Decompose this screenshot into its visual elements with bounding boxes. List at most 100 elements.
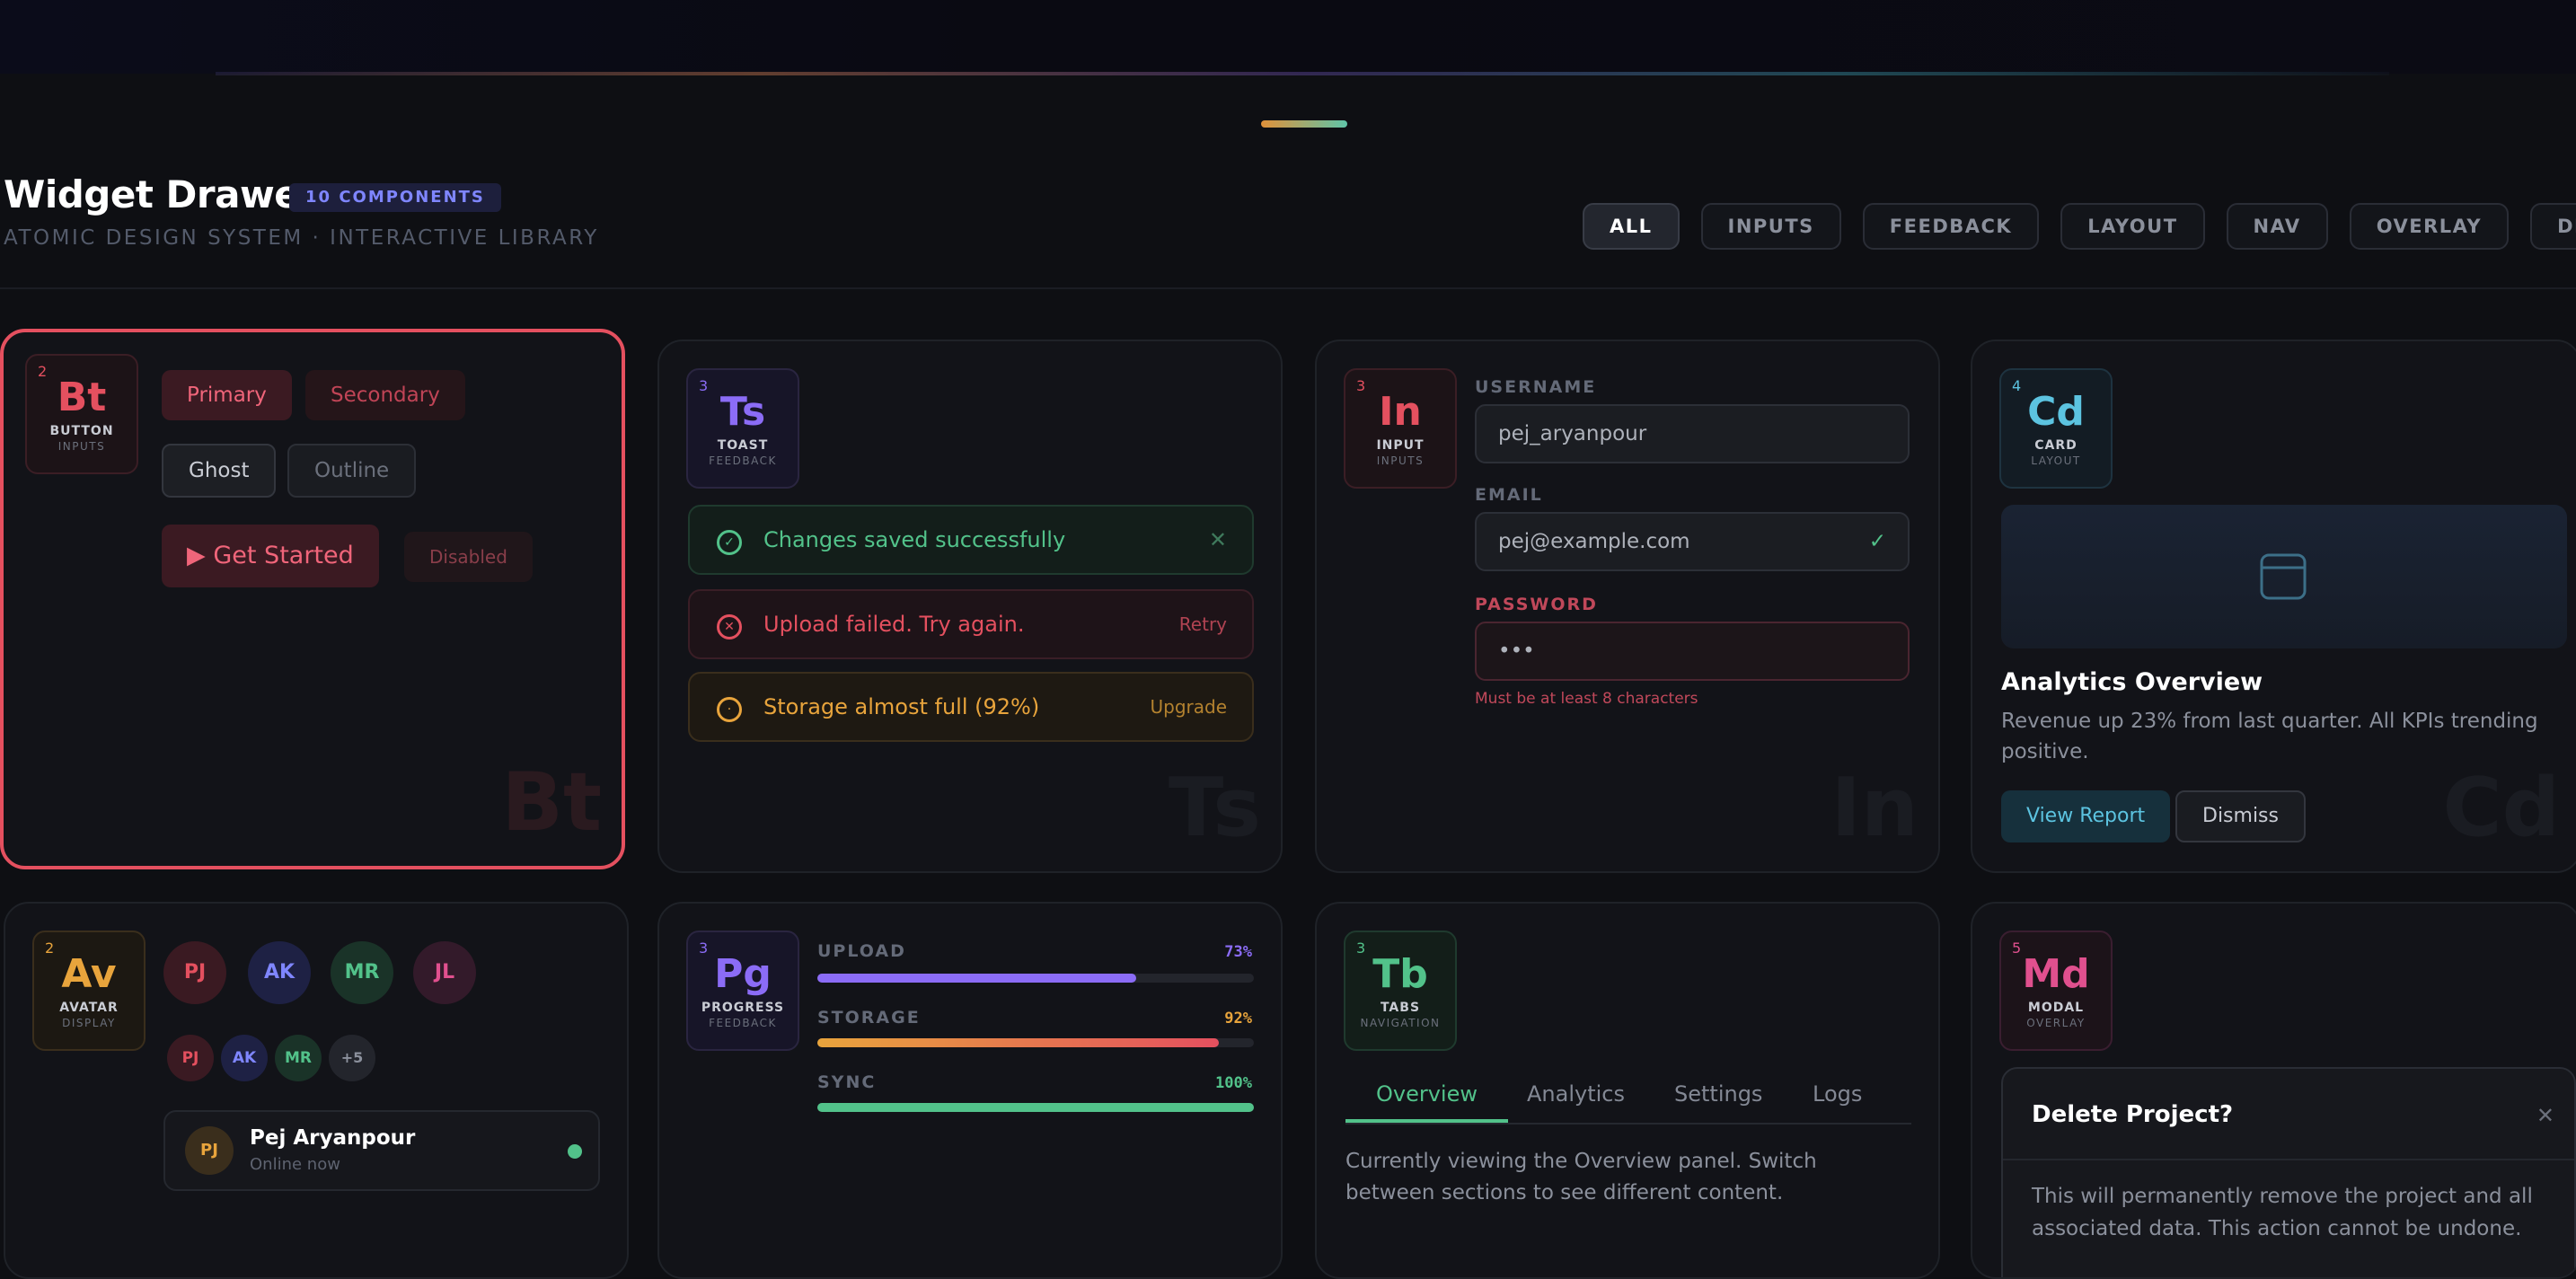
drawer-handle[interactable]: [1261, 120, 1347, 128]
password-input[interactable]: •••: [1475, 622, 1910, 681]
toast-card[interactable]: 3 Ts TOAST FEEDBACK ✓ Changes saved succ…: [657, 340, 1283, 873]
password-label: PASSWORD: [1475, 595, 1598, 614]
secondary-button[interactable]: Secondary: [305, 370, 465, 420]
dismiss-button[interactable]: Dismiss: [2175, 790, 2306, 842]
progress-card[interactable]: 3 Pg PROGRESS FEEDBACK UPLOAD 73% STORAG…: [657, 902, 1283, 1279]
tab-panel-text: Currently viewing the Overview panel. Sw…: [1345, 1150, 1817, 1204]
tab-analytics[interactable]: Analytics: [1527, 1081, 1625, 1107]
button-tile: 2 Bt BUTTON INPUTS: [25, 354, 138, 474]
top-banner: [0, 0, 2576, 74]
component-count-badge: 10 COMPONENTS: [289, 183, 501, 212]
avatar-overflow[interactable]: +5: [329, 1035, 375, 1081]
view-report-button[interactable]: View Report: [2001, 790, 2171, 842]
input-card[interactable]: 3 In INPUT INPUTS USERNAME pej_aryanpour…: [1315, 340, 1940, 873]
upgrade-button[interactable]: Upgrade: [1150, 674, 1227, 740]
avatar-card[interactable]: 2 Av AVATAR DISPLAY PJ AK MR JL PJ AK MR…: [4, 902, 629, 1279]
card-preview-image: [2001, 505, 2567, 648]
toast-tile: 3 Ts TOAST FEEDBACK: [686, 368, 799, 489]
avatar-small[interactable]: AK: [221, 1035, 268, 1081]
warning-circle-icon: ·: [717, 697, 742, 722]
close-icon[interactable]: ✕: [2536, 1103, 2554, 1128]
user-avatar: PJ: [185, 1126, 234, 1175]
modal-card[interactable]: 5 Md MODAL OVERLAY Delete Project? ✕ Thi…: [1971, 902, 2576, 1279]
close-icon[interactable]: ✕: [1209, 507, 1227, 573]
progress-track-storage: [817, 1038, 1254, 1047]
disabled-button: Disabled: [404, 532, 533, 582]
filter-display[interactable]: DISPLAY: [2530, 203, 2576, 250]
filter-bar: ALL INPUTS FEEDBACK LAYOUT NAV OVERLAY D…: [1583, 203, 2576, 250]
filter-overlay[interactable]: OVERLAY: [2349, 203, 2510, 250]
x-circle-icon: ✕: [717, 614, 742, 640]
filter-all[interactable]: ALL: [1583, 203, 1680, 250]
email-label: EMAIL: [1475, 485, 1543, 505]
page-title: Widget Drawer: [4, 172, 318, 216]
error-toast: ✕ Upload failed. Try again. Retry: [688, 589, 1254, 659]
card-watermark: In: [1831, 761, 1919, 855]
card-body: Revenue up 23% from last quarter. All KP…: [2001, 710, 2538, 763]
card-watermark: Ts: [1168, 761, 1261, 855]
outline-button[interactable]: Outline: [287, 444, 417, 498]
avatar-tile: 2 Av AVATAR DISPLAY: [32, 931, 146, 1051]
progress-value-sync: 100%: [1215, 1074, 1252, 1092]
tab-logs[interactable]: Logs: [1813, 1081, 1862, 1107]
tab-overview[interactable]: Overview: [1345, 1081, 1508, 1123]
modal-tile: 5 Md MODAL OVERLAY: [1999, 931, 2113, 1051]
progress-label-upload: UPLOAD: [817, 941, 906, 961]
progress-fill: [817, 1103, 1254, 1112]
success-toast: ✓ Changes saved successfully ✕: [688, 505, 1254, 575]
card-watermark: Cd: [2442, 761, 2560, 855]
play-icon: ▶: [187, 542, 214, 569]
input-tile: 3 In INPUT INPUTS: [1344, 368, 1457, 489]
progress-label-sync: SYNC: [817, 1072, 877, 1092]
progress-fill: [817, 974, 1136, 983]
filter-feedback[interactable]: FEEDBACK: [1862, 203, 2040, 250]
progress-tile: 3 Pg PROGRESS FEEDBACK: [686, 931, 799, 1051]
modal-dialog: Delete Project? ✕ This will permanently …: [2001, 1067, 2576, 1277]
get-started-button[interactable]: ▶ Get Started: [162, 525, 379, 587]
ghost-button[interactable]: Ghost: [162, 444, 277, 498]
username-input[interactable]: pej_aryanpour: [1475, 404, 1910, 463]
tabs-tile: 3 Tb TABS NAVIGATION: [1344, 931, 1457, 1051]
online-dot: [568, 1144, 582, 1159]
tabs-rule: [1345, 1123, 1911, 1125]
user-row[interactable]: PJ Pej Aryanpour Online now: [163, 1110, 600, 1191]
card-tile: 4 Cd CARD LAYOUT: [1999, 368, 2113, 489]
user-status: Online now: [250, 1155, 340, 1174]
tab-settings[interactable]: Settings: [1674, 1081, 1762, 1107]
tabs-card[interactable]: 3 Tb TABS NAVIGATION Overview Analytics …: [1315, 902, 1940, 1279]
primary-button[interactable]: Primary: [162, 370, 292, 420]
banner-gradient-line: [216, 72, 2389, 75]
filter-nav[interactable]: NAV: [2226, 203, 2328, 250]
avatar-small[interactable]: MR: [275, 1035, 322, 1081]
retry-button[interactable]: Retry: [1179, 591, 1227, 657]
email-input[interactable]: pej@example.com ✓: [1475, 512, 1910, 571]
card-card[interactable]: 4 Cd CARD LAYOUT Analytics Overview Reve…: [1971, 340, 2576, 873]
username-label: USERNAME: [1475, 377, 1597, 397]
progress-track-sync: [817, 1103, 1254, 1112]
header-divider: [0, 287, 2576, 289]
progress-track-upload: [817, 974, 1254, 983]
avatar-large[interactable]: PJ: [163, 941, 226, 1004]
check-icon: ✓: [1868, 530, 1886, 553]
page-subtitle: ATOMIC DESIGN SYSTEM · INTERACTIVE LIBRA…: [4, 226, 599, 250]
modal-body: This will permanently remove the project…: [2032, 1185, 2533, 1240]
password-error: Must be at least 8 characters: [1475, 690, 1698, 708]
filter-inputs[interactable]: INPUTS: [1700, 203, 1841, 250]
warning-toast: · Storage almost full (92%) Upgrade: [688, 672, 1254, 742]
progress-fill: [817, 1038, 1220, 1047]
progress-value-storage: 92%: [1224, 1010, 1252, 1028]
card-heading: Analytics Overview: [2001, 668, 2263, 696]
button-card[interactable]: 2 Bt BUTTON INPUTS Primary Secondary Gho…: [0, 329, 625, 869]
avatar-large[interactable]: MR: [331, 941, 393, 1004]
progress-label-storage: STORAGE: [817, 1008, 921, 1028]
modal-divider: [2003, 1159, 2574, 1160]
user-name: Pej Aryanpour: [250, 1126, 416, 1150]
avatar-large[interactable]: JL: [413, 941, 476, 1004]
window-icon: [2260, 553, 2307, 600]
progress-value-upload: 73%: [1224, 943, 1252, 961]
check-circle-icon: ✓: [717, 530, 742, 555]
card-watermark: Bt: [501, 755, 602, 850]
avatar-small[interactable]: PJ: [167, 1035, 214, 1081]
avatar-large[interactable]: AK: [248, 941, 311, 1004]
filter-layout[interactable]: LAYOUT: [2060, 203, 2205, 250]
